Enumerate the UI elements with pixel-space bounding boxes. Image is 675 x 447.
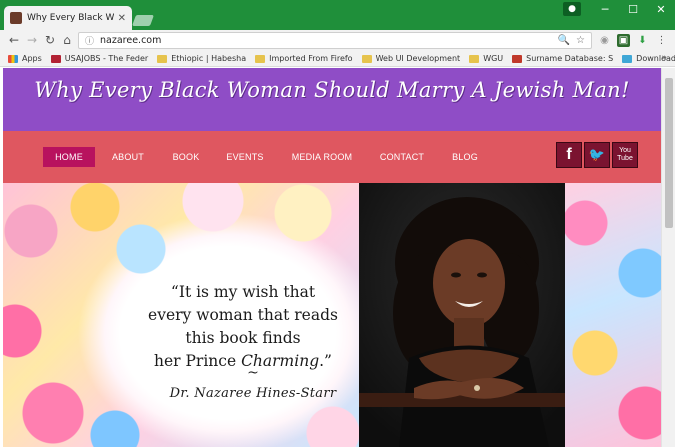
- window-controls: ● ─ ☐ ✕: [563, 0, 675, 18]
- info-icon: ⓘ: [85, 37, 95, 47]
- folder-icon: [255, 54, 266, 63]
- author-photo: [359, 183, 565, 447]
- hearts-background: “It is my wish that every woman that rea…: [3, 183, 359, 447]
- download-video-icon: [622, 54, 633, 63]
- folder-icon: [361, 54, 372, 63]
- youtube-icon-top-text: You: [619, 147, 631, 154]
- quote-author: Dr. Nazaree Hines-Starr: [169, 386, 337, 401]
- bookmark-item[interactable]: WGU: [469, 54, 503, 63]
- quote-line-suffix: .”: [319, 352, 332, 370]
- hero-quote: “It is my wish that every woman that rea…: [123, 281, 363, 373]
- author-portrait-illustration: [359, 183, 565, 447]
- download-arrow-icon[interactable]: ⬇: [636, 34, 649, 47]
- youtube-icon-bottom-text: Tube: [617, 155, 633, 162]
- bookmark-label: Web UI Development: [375, 54, 461, 63]
- apps-grid-icon: [8, 54, 18, 63]
- facebook-icon[interactable]: f: [556, 142, 582, 168]
- twitter-icon[interactable]: 🐦: [584, 142, 610, 168]
- nav-blog[interactable]: BLOG: [445, 147, 485, 167]
- quote-line: “It is my wish that: [170, 283, 316, 301]
- maximize-button[interactable]: ☐: [619, 0, 647, 18]
- folder-icon: [469, 54, 480, 63]
- close-window-button[interactable]: ✕: [647, 0, 675, 18]
- bookmark-label: Download online vide: [636, 54, 675, 63]
- bookmark-item[interactable]: Surname Database: S: [512, 54, 613, 63]
- bookmarks-bar: Apps USAJOBS - The Feder Ethiopic | Habe…: [0, 51, 675, 67]
- profile-icon[interactable]: ●: [563, 2, 581, 16]
- quote-separator: ~: [247, 365, 259, 381]
- nav-contact[interactable]: CONTACT: [375, 147, 429, 167]
- nav-home[interactable]: HOME: [43, 147, 95, 167]
- close-tab-icon[interactable]: ✕: [118, 13, 126, 24]
- bookmark-star-icon[interactable]: ☆: [576, 35, 585, 46]
- home-icon[interactable]: ⌂: [59, 32, 75, 48]
- site-title: Why Every Black Woman Should Marry A Jew…: [34, 78, 630, 102]
- minimize-button[interactable]: ─: [591, 0, 619, 18]
- bookmark-label: Apps: [22, 54, 42, 63]
- forward-arrow-icon[interactable]: →: [24, 32, 40, 48]
- extension-icon[interactable]: ◉: [598, 34, 611, 47]
- folder-icon: [157, 54, 168, 63]
- extension-box-icon[interactable]: ▣: [617, 34, 630, 47]
- browser-tab-strip: Why Every Black Woman ✕ ● ─ ☐ ✕: [0, 0, 675, 30]
- back-arrow-icon[interactable]: ←: [6, 32, 22, 48]
- bookmark-item[interactable]: Download online vide: [622, 54, 675, 63]
- bookmark-label: WGU: [483, 54, 504, 63]
- usajobs-icon: [50, 54, 61, 63]
- hearts-background-right: [565, 183, 661, 447]
- bookmark-item[interactable]: USAJOBS - The Feder: [50, 54, 149, 63]
- nav-events[interactable]: EVENTS: [220, 147, 270, 167]
- bookmark-label: USAJOBS - The Feder: [64, 54, 149, 63]
- page-scrollbar[interactable]: [661, 68, 675, 447]
- quote-line: this book finds: [185, 329, 301, 347]
- site-favicon-icon: [10, 12, 22, 24]
- reload-icon[interactable]: ↻: [42, 32, 58, 48]
- nav-book[interactable]: BOOK: [165, 147, 207, 167]
- browser-toolbar: ← → ↻ ⌂ ⓘ nazaree.com 🔍 ☆ ◉ ▣ ⬇ ⋮: [0, 30, 675, 51]
- url-text: nazaree.com: [100, 35, 162, 46]
- main-nav: HOME ABOUT BOOK EVENTS MEDIA ROOM CONTAC…: [3, 131, 661, 183]
- quote-line: every woman that reads: [148, 306, 338, 324]
- site-banner: Why Every Black Woman Should Marry A Jew…: [3, 68, 661, 131]
- surname-db-icon: [512, 54, 523, 63]
- tab-title: Why Every Black Woman: [27, 13, 114, 23]
- youtube-icon[interactable]: You Tube: [612, 142, 638, 168]
- hero-section: “It is my wish that every woman that rea…: [3, 183, 661, 447]
- bookmark-item[interactable]: Imported From Firefo: [255, 54, 353, 63]
- new-tab-button[interactable]: [131, 15, 155, 26]
- more-bookmarks-chevron-icon[interactable]: »: [661, 53, 667, 63]
- bookmark-label: Imported From Firefo: [269, 54, 353, 63]
- bookmark-item[interactable]: Ethiopic | Habesha: [157, 54, 246, 63]
- nav-media-room[interactable]: MEDIA ROOM: [286, 147, 358, 167]
- web-page: Why Every Black Woman Should Marry A Jew…: [3, 68, 661, 447]
- nav-about[interactable]: ABOUT: [105, 147, 151, 167]
- scrollbar-thumb[interactable]: [665, 78, 673, 228]
- zoom-icon[interactable]: 🔍: [558, 35, 570, 46]
- address-bar[interactable]: ⓘ nazaree.com 🔍 ☆: [78, 32, 592, 49]
- bookmark-label: Ethiopic | Habesha: [171, 54, 247, 63]
- menu-kebab-icon[interactable]: ⋮: [655, 34, 668, 47]
- browser-tab[interactable]: Why Every Black Woman ✕: [4, 6, 132, 30]
- bookmark-label: Surname Database: S: [526, 54, 614, 63]
- bookmark-item[interactable]: Apps: [8, 54, 42, 63]
- bookmark-item[interactable]: Web UI Development: [361, 54, 461, 63]
